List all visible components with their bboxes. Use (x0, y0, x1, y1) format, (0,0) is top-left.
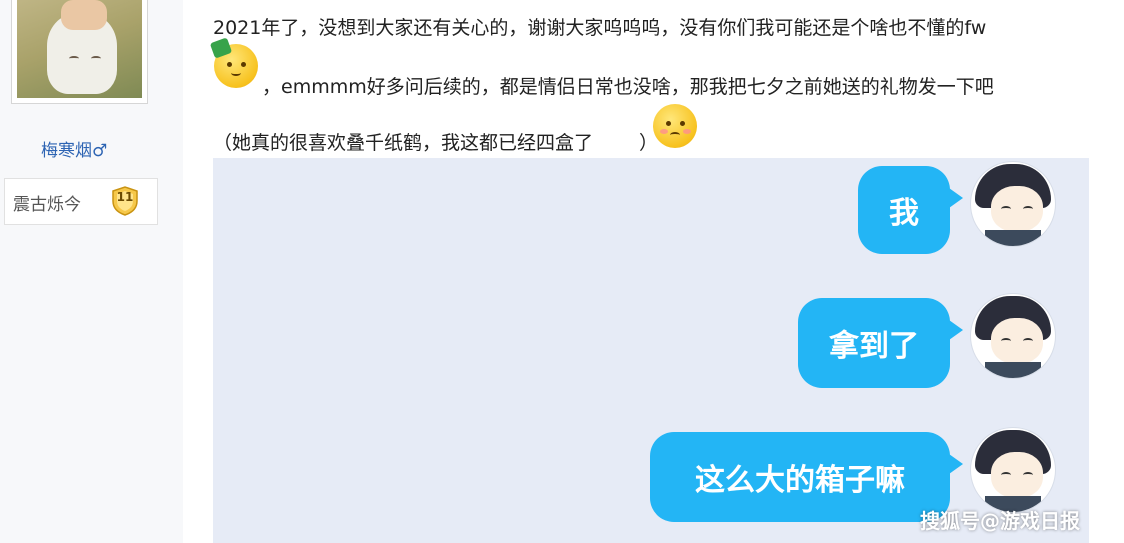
level-shield-icon: 11 (109, 185, 141, 217)
user-avatar[interactable] (11, 0, 148, 104)
post-line-2: ，emmmm好多问后续的，都是情侣日常也没啥，那我把七夕之前她送的礼物发一下吧 (262, 76, 994, 98)
chat-avatar (971, 162, 1055, 246)
gift-face-emoji (209, 37, 258, 88)
user-sidebar: 梅寒烟♂ 震古烁今 11 (0, 0, 183, 543)
username-link[interactable]: 梅寒烟♂ (41, 136, 107, 161)
post-line-3: （她真的很喜欢叠千纸鹤，我这都已经四盒了） (213, 128, 658, 155)
chat-avatar (971, 294, 1055, 378)
badge-title: 震古烁今 (13, 195, 81, 215)
chat-bubble: 我 (858, 166, 950, 254)
user-badge: 震古烁今 11 (4, 178, 158, 225)
source-watermark: 搜狐号@游戏日报 (920, 509, 1080, 533)
chat-bubble: 拿到了 (798, 298, 950, 388)
level-number: 11 (116, 190, 134, 204)
chat-bubble: 这么大的箱子嘛 (650, 432, 950, 522)
chat-avatar (971, 428, 1055, 512)
avatar-image (17, 0, 142, 98)
post-line-1: 2021年了，没想到大家还有关心的，谢谢大家呜呜呜，没有你们我可能还是个啥也不懂… (213, 17, 987, 39)
chat-screenshot: 我 拿到了 这么大的箱子嘛 (213, 158, 1089, 543)
blush-face-emoji (653, 104, 697, 148)
post-line-3-text: （她真的很喜欢叠千纸鹤，我这都已经四盒了 (213, 132, 594, 154)
